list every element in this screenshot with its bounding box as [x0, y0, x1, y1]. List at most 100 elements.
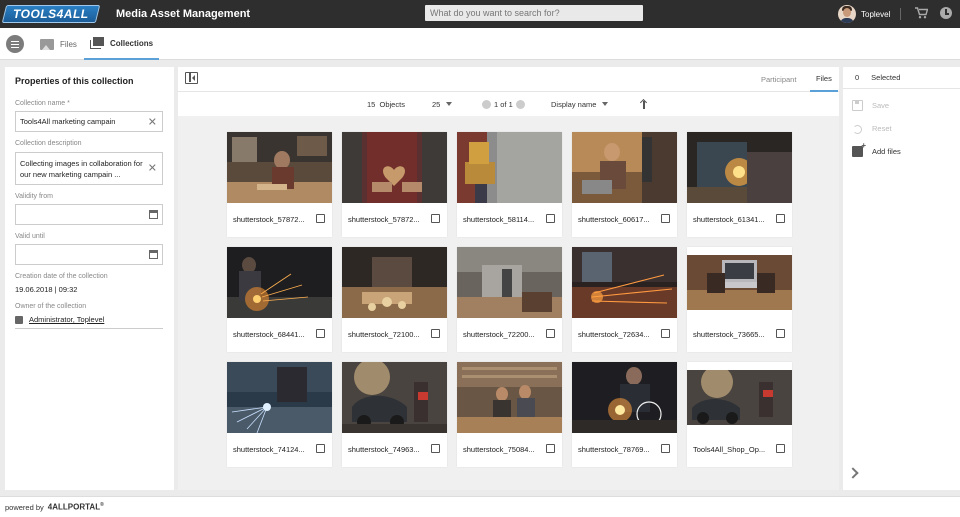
file-checkbox[interactable]: [316, 214, 325, 223]
file-thumbnail: [572, 362, 677, 433]
pagination-label: 1 of 1: [494, 99, 513, 109]
search-input[interactable]: [425, 5, 643, 21]
validity-from-label: Validity from: [15, 193, 53, 200]
cart-icon[interactable]: [915, 7, 928, 19]
tab-participant[interactable]: Participant: [761, 67, 796, 92]
top-bar: TOOLS4ALL Media Asset Management Topleve…: [0, 0, 960, 28]
file-thumbnail: [457, 247, 562, 318]
page-size-select[interactable]: 25: [432, 92, 453, 116]
collections-icon: [90, 37, 104, 49]
image-icon: [40, 38, 54, 50]
file-checkbox[interactable]: [776, 214, 785, 223]
file-thumbnail: [457, 362, 562, 433]
chevron-down-icon: [446, 102, 453, 106]
clear-name-icon[interactable]: ✕: [148, 115, 157, 128]
file-card[interactable]: shutterstock_61341...: [687, 132, 792, 237]
add-files-action[interactable]: Add files: [843, 141, 960, 158]
file-name: shutterstock_75084...: [463, 445, 535, 454]
valid-until-field[interactable]: [15, 244, 163, 265]
file-card[interactable]: shutterstock_75084...: [457, 362, 562, 467]
save-action[interactable]: Save: [843, 98, 960, 112]
file-checkbox[interactable]: [316, 329, 325, 338]
next-page-icon[interactable]: [515, 99, 525, 109]
file-card[interactable]: shutterstock_74963...: [342, 362, 447, 467]
file-card[interactable]: shutterstock_58114...: [457, 132, 562, 237]
file-checkbox[interactable]: [431, 329, 440, 338]
file-thumbnail: [227, 362, 332, 433]
file-checkbox[interactable]: [661, 214, 670, 223]
file-name: shutterstock_68441...: [233, 330, 305, 339]
file-thumbnail: [342, 247, 447, 318]
file-checkbox[interactable]: [431, 444, 440, 453]
file-checkbox[interactable]: [316, 444, 325, 453]
file-name: shutterstock_57872...: [233, 215, 305, 224]
tools4all-logo[interactable]: TOOLS4ALL: [1, 5, 101, 23]
file-name: shutterstock_61341...: [693, 215, 765, 224]
file-checkbox[interactable]: [661, 329, 670, 338]
file-name: shutterstock_74963...: [348, 445, 420, 454]
tab-collections[interactable]: Collections: [84, 28, 160, 60]
file-checkbox[interactable]: [776, 444, 785, 453]
file-card[interactable]: shutterstock_72100...: [342, 247, 447, 352]
file-checkbox[interactable]: [431, 214, 440, 223]
file-card[interactable]: shutterstock_68441...: [227, 247, 332, 352]
file-name: shutterstock_58114...: [463, 215, 535, 224]
file-card[interactable]: shutterstock_73665...: [687, 247, 792, 352]
file-checkbox[interactable]: [661, 444, 670, 453]
collapse-panel-icon[interactable]: [185, 72, 198, 84]
selected-label: Selected: [871, 73, 901, 82]
file-checkbox[interactable]: [776, 329, 785, 338]
file-thumbnail: [572, 247, 677, 318]
user-menu[interactable]: Toplevel: [838, 5, 890, 23]
pagination: 1 of 1: [479, 92, 528, 116]
sort-direction-icon[interactable]: [640, 99, 648, 109]
collection-name-value: Tools4All marketing campain: [20, 117, 116, 126]
tab-files-label: Files: [60, 39, 77, 49]
validity-from-field[interactable]: [15, 204, 163, 225]
reset-action[interactable]: Reset: [843, 121, 960, 135]
file-thumbnail: [227, 247, 332, 318]
calendar-icon[interactable]: [149, 250, 158, 259]
file-checkbox[interactable]: [546, 444, 555, 453]
history-clock-icon[interactable]: [940, 7, 952, 19]
tab-files-view[interactable]: Files: [810, 67, 838, 92]
file-name: shutterstock_72100...: [348, 330, 420, 339]
page-size-value: 25: [432, 99, 441, 109]
file-checkbox[interactable]: [546, 214, 555, 223]
file-card[interactable]: shutterstock_74124...: [227, 362, 332, 467]
sort-select[interactable]: Display name: [551, 92, 609, 116]
file-checkbox[interactable]: [546, 329, 555, 338]
file-card[interactable]: shutterstock_60617...: [572, 132, 677, 237]
hamburger-menu-icon[interactable]: [6, 35, 24, 53]
owner-link[interactable]: Administrator, Toplevel: [15, 315, 104, 324]
file-thumbnail: [687, 255, 792, 310]
tab-files[interactable]: Files: [40, 28, 77, 60]
footer: powered by 4ALLPORTAL®: [0, 496, 960, 517]
file-card[interactable]: shutterstock_72634...: [572, 247, 677, 352]
file-thumbnail: [457, 132, 562, 203]
file-name: Tools4All_Shop_Op...: [693, 445, 766, 454]
actions-panel: 0 Selected Save Reset Add files: [843, 67, 960, 490]
add-files-label: Add files: [872, 146, 901, 156]
selected-counter: 0 Selected: [843, 67, 960, 89]
collection-name-field[interactable]: Tools4All marketing campain ✕: [15, 111, 163, 132]
file-card[interactable]: shutterstock_57872...: [227, 132, 332, 237]
person-icon: [15, 315, 23, 324]
valid-until-label: Valid until: [15, 233, 45, 240]
file-card[interactable]: shutterstock_57872...: [342, 132, 447, 237]
calendar-icon[interactable]: [149, 210, 158, 219]
prev-page-icon[interactable]: [482, 99, 491, 109]
brand-logo: 4ALLPORTAL®: [48, 502, 104, 512]
logo-text: TOOLS4ALL: [13, 7, 89, 21]
file-thumbnail: [687, 370, 792, 425]
file-grid: shutterstock_57872... shutterstock_57872…: [227, 132, 792, 467]
clear-description-icon[interactable]: ✕: [148, 163, 157, 174]
file-card[interactable]: shutterstock_78769...: [572, 362, 677, 467]
collection-name-label: Collection name *: [15, 100, 70, 107]
file-card[interactable]: Tools4All_Shop_Op...: [687, 362, 792, 467]
reset-label: Reset: [872, 123, 892, 133]
file-card[interactable]: shutterstock_72200...: [457, 247, 562, 352]
add-image-icon: [852, 141, 866, 157]
collection-description-field[interactable]: Collecting images in collaboration for o…: [15, 152, 163, 185]
file-name: shutterstock_74124...: [233, 445, 305, 454]
